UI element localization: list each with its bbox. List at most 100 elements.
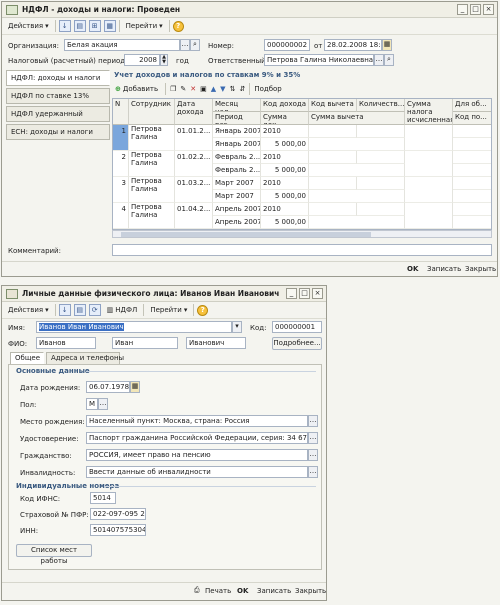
col-header-month[interactable]: Месяц нал... xyxy=(213,99,261,112)
table-cell-for-code[interactable] xyxy=(453,190,491,203)
save-icon[interactable]: ↓ xyxy=(58,304,71,316)
table-cell-code[interactable]: 2010 xyxy=(261,151,309,164)
table-cell-date[interactable]: 01.02.2... xyxy=(175,151,213,177)
table-cell-period[interactable]: Апрель 2007 xyxy=(213,216,261,229)
post-icon[interactable]: ▤ xyxy=(73,20,86,32)
goto-menu[interactable]: Перейти ▾ xyxy=(147,304,190,317)
id-select-button[interactable]: … xyxy=(308,432,318,444)
table-cell-amount[interactable]: 5 000,00 xyxy=(261,216,309,229)
sort-asc-icon[interactable]: ⇅ xyxy=(230,85,236,93)
table-cell-n[interactable]: 1 xyxy=(113,125,129,151)
table-cell-date[interactable]: 01.01.2... xyxy=(175,125,213,151)
code-field[interactable]: 000000001 xyxy=(272,321,322,333)
col-header-for[interactable]: Для об... xyxy=(453,99,491,112)
table-cell-for-code[interactable] xyxy=(453,138,491,151)
structure-icon[interactable]: ⊞ xyxy=(88,20,101,32)
name-dropdown-icon[interactable]: ▾ xyxy=(232,321,242,333)
minimize-button[interactable]: _ xyxy=(457,4,468,15)
close-button[interactable]: Закрыть xyxy=(462,263,499,275)
table-cell-tax[interactable] xyxy=(405,151,453,177)
delete-icon[interactable]: ✕ xyxy=(190,85,196,93)
edit-icon[interactable]: ✎ xyxy=(180,85,186,93)
table-cell-employee[interactable]: Петрова Галина xyxy=(129,177,175,203)
tab-ndfl-income[interactable]: НДФЛ: доходы и налоги xyxy=(6,70,110,86)
period-spin-icon[interactable]: ▲ ▼ xyxy=(160,54,168,66)
ifns-field[interactable]: 5014 xyxy=(90,492,116,504)
ok-button[interactable]: OK xyxy=(404,263,421,275)
col-header-period[interactable]: Период рег... xyxy=(213,112,261,125)
table-cell-code[interactable]: 2010 xyxy=(261,177,309,190)
comment-field[interactable] xyxy=(112,244,492,256)
pick-button[interactable]: Подбор xyxy=(254,85,281,93)
table-cell-month[interactable]: Март 2007 xyxy=(213,177,261,190)
table-cell-n[interactable]: 2 xyxy=(113,151,129,177)
responsible-search-icon[interactable]: ⌕ xyxy=(384,54,394,66)
table-cell-date[interactable]: 01.03.2... xyxy=(175,177,213,203)
maximize-button[interactable]: □ xyxy=(299,288,310,299)
responsible-field[interactable]: Петрова Галина Николаевна xyxy=(264,54,374,66)
sort-desc-icon[interactable]: ⇵ xyxy=(239,85,245,93)
horizontal-scrollbar[interactable] xyxy=(112,230,492,238)
table-cell-code[interactable]: 2010 xyxy=(261,125,309,138)
table-cell-tax[interactable] xyxy=(405,177,453,203)
close-button[interactable]: Закрыть xyxy=(292,585,329,597)
table-cell-for-code[interactable] xyxy=(453,164,491,177)
reread-icon[interactable]: ⟳ xyxy=(88,304,101,316)
table-cell-employee[interactable]: Петрова Галина xyxy=(129,125,175,151)
pfr-field[interactable]: 022-097-095 25 xyxy=(90,508,146,520)
end-edit-icon[interactable]: ▣ xyxy=(200,85,207,93)
table-cell-qty[interactable] xyxy=(357,203,405,216)
maximize-button[interactable]: □ xyxy=(470,4,481,15)
calendar-icon[interactable]: ▦ xyxy=(130,381,140,393)
birth-field[interactable]: 06.07.1978 xyxy=(86,381,130,393)
col-header-deduct[interactable]: Код вычета xyxy=(309,99,357,112)
sex-select-button[interactable]: … xyxy=(98,398,108,410)
date-field[interactable]: 28.02.2008 18:43:24 xyxy=(324,39,382,51)
period-field[interactable]: 2008 xyxy=(124,54,160,66)
number-field[interactable]: 000000002 xyxy=(264,39,310,51)
table-cell-qty[interactable] xyxy=(357,177,405,190)
copy-icon[interactable]: ❐ xyxy=(170,85,176,93)
table-cell-deduct[interactable] xyxy=(309,151,357,164)
table-cell-n[interactable]: 4 xyxy=(113,203,129,229)
close-window-button[interactable]: × xyxy=(483,4,494,15)
save-button[interactable]: Записать xyxy=(254,585,294,597)
col-header-date[interactable]: Дата дохода xyxy=(175,99,213,125)
window-titlebar[interactable]: Личные данные физического лица: Иванов И… xyxy=(2,286,326,302)
table-cell-for-code[interactable] xyxy=(453,216,491,229)
col-header-qty[interactable]: Количеств... xyxy=(357,99,405,112)
minimize-button[interactable]: _ xyxy=(286,288,297,299)
col-header-for-code[interactable]: Код по... xyxy=(453,112,491,125)
table-cell-amount[interactable]: 5 000,00 xyxy=(261,190,309,203)
table-cell-month[interactable]: Январь 2007 xyxy=(213,125,261,138)
org-select-button[interactable]: … xyxy=(180,39,190,51)
movements-icon[interactable]: ▦ xyxy=(103,20,116,32)
table-cell-period[interactable]: Январь 2007 xyxy=(213,138,261,151)
table-cell-for[interactable] xyxy=(453,203,491,216)
table-cell-period[interactable]: Февраль 2... xyxy=(213,164,261,177)
table-cell-period[interactable]: Март 2007 xyxy=(213,190,261,203)
table-cell-qty[interactable] xyxy=(357,151,405,164)
save-button[interactable]: Записать xyxy=(424,263,464,275)
table-cell-tax[interactable] xyxy=(405,203,453,229)
table-cell-amount[interactable]: 5 000,00 xyxy=(261,164,309,177)
responsible-select-button[interactable]: … xyxy=(374,54,384,66)
tab-ndfl-withheld[interactable]: НДФЛ удержанный xyxy=(6,106,110,122)
table-cell-tax[interactable] xyxy=(405,125,453,151)
table-cell-month[interactable]: Февраль 2... xyxy=(213,151,261,164)
actions-menu[interactable]: Действия ▾ xyxy=(5,304,52,317)
sex-field[interactable]: М xyxy=(86,398,98,410)
last-name-field[interactable]: Иванов xyxy=(36,337,96,349)
name-field[interactable]: Иванов Иван Иванович xyxy=(36,321,232,333)
scroll-thumb[interactable] xyxy=(121,232,371,237)
col-header-deduct-sum[interactable]: Сумма вычета xyxy=(309,112,405,125)
col-header-amount[interactable]: Сумма дох... xyxy=(261,112,309,125)
table-cell-date[interactable]: 01.04.2... xyxy=(175,203,213,229)
birthplace-field[interactable]: Населенный пункт: Москва, страна: Россия xyxy=(86,415,308,427)
table-cell-for[interactable] xyxy=(453,125,491,138)
table-cell-deduct-sum[interactable] xyxy=(309,190,405,203)
window-titlebar[interactable]: НДФЛ - доходы и налоги: Проведен _ □ × xyxy=(2,2,497,18)
first-name-field[interactable]: Иван xyxy=(112,337,178,349)
disability-select-button[interactable]: … xyxy=(308,466,318,478)
citizenship-select-button[interactable]: … xyxy=(308,449,318,461)
